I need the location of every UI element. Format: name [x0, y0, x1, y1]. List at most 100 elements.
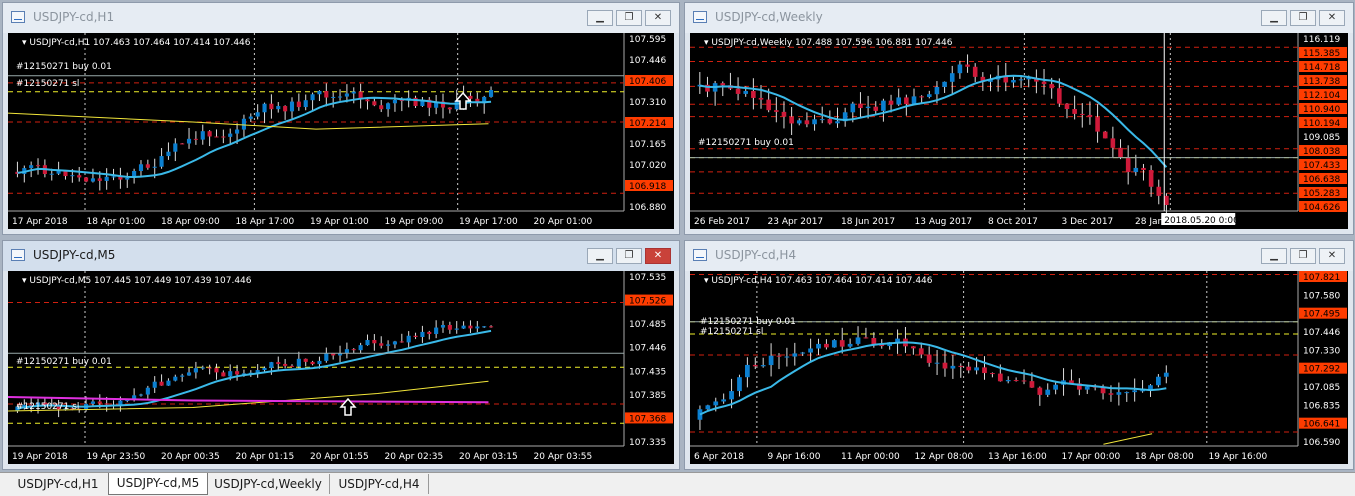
candle-body	[888, 100, 894, 105]
time-axis-label: 20 Apr 01:55	[310, 452, 369, 462]
candle-body	[1163, 372, 1169, 377]
time-axis-label: 11 Apr 00:00	[841, 452, 900, 462]
minimize-button[interactable]: ▁	[587, 10, 613, 26]
price-axis-label: 106.638	[1303, 175, 1340, 185]
price-axis-label: 106.918	[629, 182, 666, 192]
candle-body	[713, 401, 719, 406]
tab-usdjpy-h1[interactable]: USDJPY-cd,H1	[8, 474, 109, 494]
candle-body	[159, 381, 164, 386]
price-axis-label: 107.385	[629, 391, 666, 401]
close-button[interactable]: ✕	[1319, 10, 1345, 26]
candle-body	[796, 120, 802, 124]
candle-body	[966, 366, 972, 371]
candle-body	[1141, 167, 1146, 171]
candle-body	[835, 121, 840, 124]
chart-window-weekly[interactable]: USDJPY-cd,Weekly ▁ ❐ ✕ ▾ USDJPY-cd,Weekl…	[684, 2, 1354, 235]
price-axis-label: 112.104	[1303, 91, 1340, 101]
restore-button[interactable]: ❐	[1290, 10, 1316, 26]
minimize-button[interactable]: ▁	[1261, 248, 1287, 264]
price-axis-label: 107.446	[629, 344, 666, 354]
price-chart[interactable]: ▾ USDJPY-cd,H1 107.463 107.464 107.414 1…	[8, 33, 674, 229]
tab-usdjpy-h4[interactable]: USDJPY-cd,H4	[330, 474, 429, 494]
candle-body	[752, 364, 758, 367]
title-bar[interactable]: USDJPY-cd,M5 ▁ ❐ ✕	[3, 241, 679, 271]
price-axis-label: 107.292	[1303, 365, 1340, 375]
time-axis-label: 18 Apr 01:00	[87, 217, 146, 227]
candle-body	[729, 391, 734, 400]
candle-body	[235, 371, 240, 375]
chart-window-m5[interactable]: USDJPY-cd,M5 ▁ ❐ ✕ ▾ USDJPY-cd,M5 107.44…	[2, 240, 680, 470]
candle-body	[839, 340, 845, 347]
tab-usdjpy-weekly[interactable]: USDJPY-cd,Weekly	[207, 474, 330, 494]
candle-body	[768, 355, 774, 366]
candle-body	[173, 376, 178, 381]
candle-body	[781, 111, 787, 117]
price-axis-label: 108.038	[1303, 147, 1340, 157]
restore-button[interactable]: ❐	[1290, 248, 1316, 264]
time-axis-label: 20 Apr 01:15	[236, 452, 295, 462]
time-axis-label: 20 Apr 02:35	[385, 452, 444, 462]
candle-body	[255, 112, 260, 117]
candle-body	[789, 116, 794, 124]
chart-canvas: ▾ USDJPY-cd,M5 107.445 107.449 107.439 1…	[8, 271, 673, 462]
candle-body	[49, 173, 54, 175]
candle-body	[468, 95, 473, 99]
minimize-button[interactable]: ▁	[1261, 10, 1287, 26]
candle-body	[221, 372, 226, 377]
price-axis-label: 107.335	[629, 438, 666, 448]
price-chart[interactable]: ▾ USDJPY-cd,Weekly 107.488 107.596 106.8…	[690, 33, 1348, 229]
indicator-line	[8, 396, 489, 404]
candle-body	[1018, 79, 1024, 81]
price-axis-label: 114.718	[1303, 63, 1340, 73]
tab-usdjpy-m5[interactable]: USDJPY-cd,M5	[108, 473, 208, 495]
candle-body	[166, 151, 171, 157]
candle-body	[904, 97, 909, 105]
candle-body	[70, 175, 75, 177]
restore-button[interactable]: ❐	[616, 248, 642, 264]
candle-body	[365, 99, 370, 102]
close-button[interactable]: ✕	[645, 248, 671, 264]
time-axis-label: 18 Apr 17:00	[236, 217, 295, 227]
price-chart[interactable]: ▾ USDJPY-cd,M5 107.445 107.449 107.439 1…	[8, 271, 674, 464]
candle-body	[1037, 387, 1043, 395]
time-axis-label: 20 Apr 03:55	[534, 452, 593, 462]
minimize-button[interactable]: ▁	[587, 248, 613, 264]
restore-button[interactable]: ❐	[616, 10, 642, 26]
chart-window-h1[interactable]: USDJPY-cd,H1 ▁ ❐ ✕ ▾ USDJPY-cd,H1 107.46…	[2, 2, 680, 235]
title-bar[interactable]: USDJPY-cd,H4 ▁ ❐ ✕	[685, 241, 1353, 271]
order-label: #12150271 buy 0.01	[700, 317, 796, 327]
candle-body	[824, 343, 829, 348]
candle-body	[331, 96, 336, 98]
candle-body	[850, 103, 856, 113]
title-bar[interactable]: USDJPY-cd,H1 ▁ ❐ ✕	[3, 3, 679, 33]
candle-body	[705, 405, 711, 410]
time-axis-label: 20 Apr 00:35	[161, 452, 220, 462]
price-axis-label: 107.330	[1303, 346, 1340, 356]
candle-body	[873, 106, 879, 111]
time-axis-label: 19 Apr 09:00	[385, 217, 444, 227]
candle-body	[289, 365, 295, 367]
candle-body	[138, 394, 144, 396]
close-button[interactable]: ✕	[1319, 248, 1345, 264]
chart-window-h4[interactable]: USDJPY-cd,H4 ▁ ❐ ✕ ▾ USDJPY-cd,H4 107.46…	[684, 240, 1354, 470]
candle-body	[720, 83, 726, 86]
time-axis-label: 13 Aug 2017	[915, 217, 973, 227]
price-chart[interactable]: ▾ USDJPY-cd,H4 107.463 107.464 107.414 1…	[690, 271, 1348, 464]
candle-body	[847, 343, 853, 347]
candle-body	[919, 96, 924, 98]
close-button[interactable]: ✕	[645, 10, 671, 26]
candle-body	[372, 339, 377, 344]
price-axis-label: 107.446	[629, 56, 666, 66]
time-axis-label: 26 Feb 2017	[694, 217, 750, 227]
candle-body	[997, 373, 1003, 382]
title-bar[interactable]: USDJPY-cd,Weekly ▁ ❐ ✕	[685, 3, 1353, 33]
price-axis-label: 104.626	[1303, 203, 1340, 213]
candle-body	[104, 176, 109, 181]
candle-body	[751, 91, 756, 98]
time-axis-label: 13 Apr 16:00	[988, 452, 1047, 462]
candle-body	[745, 364, 750, 378]
candle-body	[865, 106, 871, 109]
candle-body	[1095, 117, 1100, 132]
price-axis-label: 110.194	[1303, 119, 1340, 129]
price-axis-label: 107.435	[629, 367, 666, 377]
